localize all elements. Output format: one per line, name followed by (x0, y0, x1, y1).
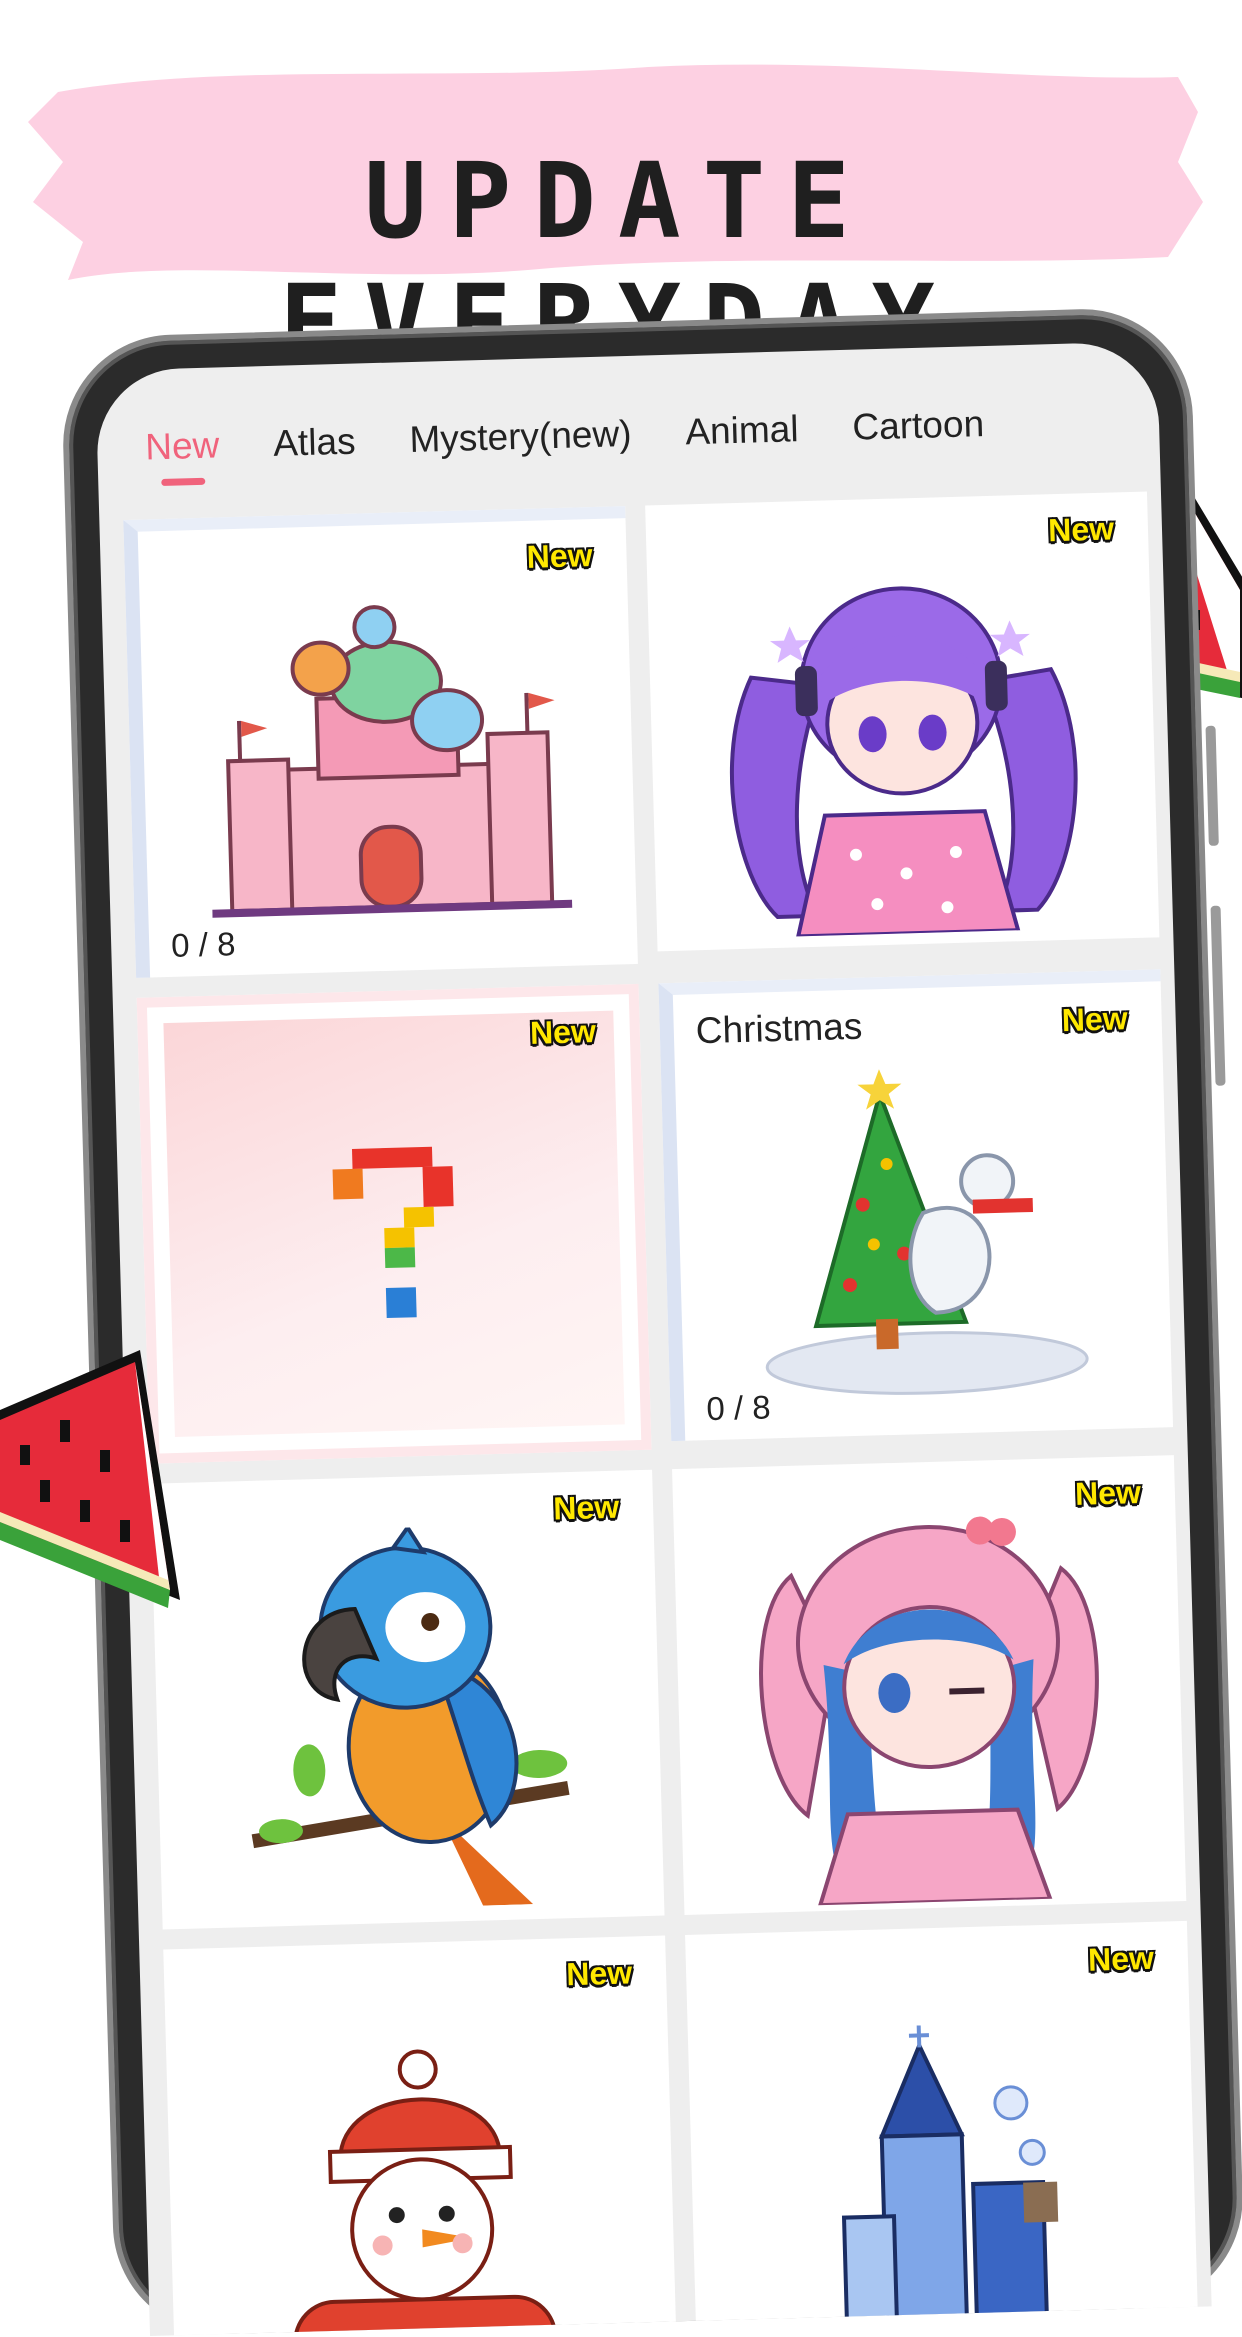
tab-mystery[interactable]: Mystery(new) (409, 413, 633, 487)
artwork-card-christmas[interactable]: Christmas New 0 / 8 (658, 969, 1174, 1442)
app-screen: New Atlas Mystery(new) Animal Cartoon Ne… (95, 341, 1212, 2337)
artwork-card-mystery[interactable]: New (136, 983, 652, 1464)
new-badge: New (565, 1954, 633, 1993)
new-badge: New (1087, 1939, 1155, 1978)
card-category-label: Christmas (695, 1005, 863, 1052)
tab-animal[interactable]: Animal (685, 408, 800, 479)
phone-frame: New Atlas Mystery(new) Animal Cartoon Ne… (60, 306, 1242, 2337)
tab-new[interactable]: New (145, 424, 221, 494)
artwork-card-anime-girl-bunny[interactable]: New (672, 1455, 1187, 1915)
progress-label: 0 / 8 (705, 1388, 772, 1428)
parrot-icon (251, 1523, 570, 1906)
anime-girl-icon (759, 1516, 1099, 1908)
volume-button (1205, 725, 1219, 846)
artwork-card-snowman[interactable]: New (163, 1935, 678, 2337)
question-mark-icon (332, 1146, 454, 1318)
watermelon-slice-icon (0, 1350, 180, 1608)
new-badge: New (526, 537, 593, 575)
artwork-card-anime-girl-purple[interactable]: New (645, 491, 1160, 952)
artwork-card-castle[interactable]: New 0 / 8 (123, 506, 638, 978)
snowman-icon (293, 2048, 558, 2337)
artwork-card-ice-castle[interactable]: New (685, 1920, 1200, 2337)
new-badge: New (552, 1488, 620, 1527)
artwork-card-parrot[interactable]: New (150, 1469, 665, 1930)
ice-castle-icon (841, 2024, 1059, 2337)
power-button (1210, 905, 1226, 1086)
christmas-tree-icon (765, 1069, 1089, 1396)
tab-cartoon[interactable]: Cartoon (852, 403, 985, 475)
artwork-grid: New 0 / 8 New New Christmas New 0 / 8 Ne… (123, 491, 1200, 2337)
new-badge: New (529, 1013, 597, 1051)
tab-atlas[interactable]: Atlas (273, 421, 357, 491)
new-badge: New (1061, 1000, 1129, 1039)
new-badge: New (1047, 510, 1115, 549)
castle-icon (212, 605, 573, 918)
progress-label: 0 / 8 (170, 925, 236, 964)
header-banner: UPDATE EVERYDAY (28, 52, 1208, 384)
anime-girl-icon (729, 586, 1078, 939)
